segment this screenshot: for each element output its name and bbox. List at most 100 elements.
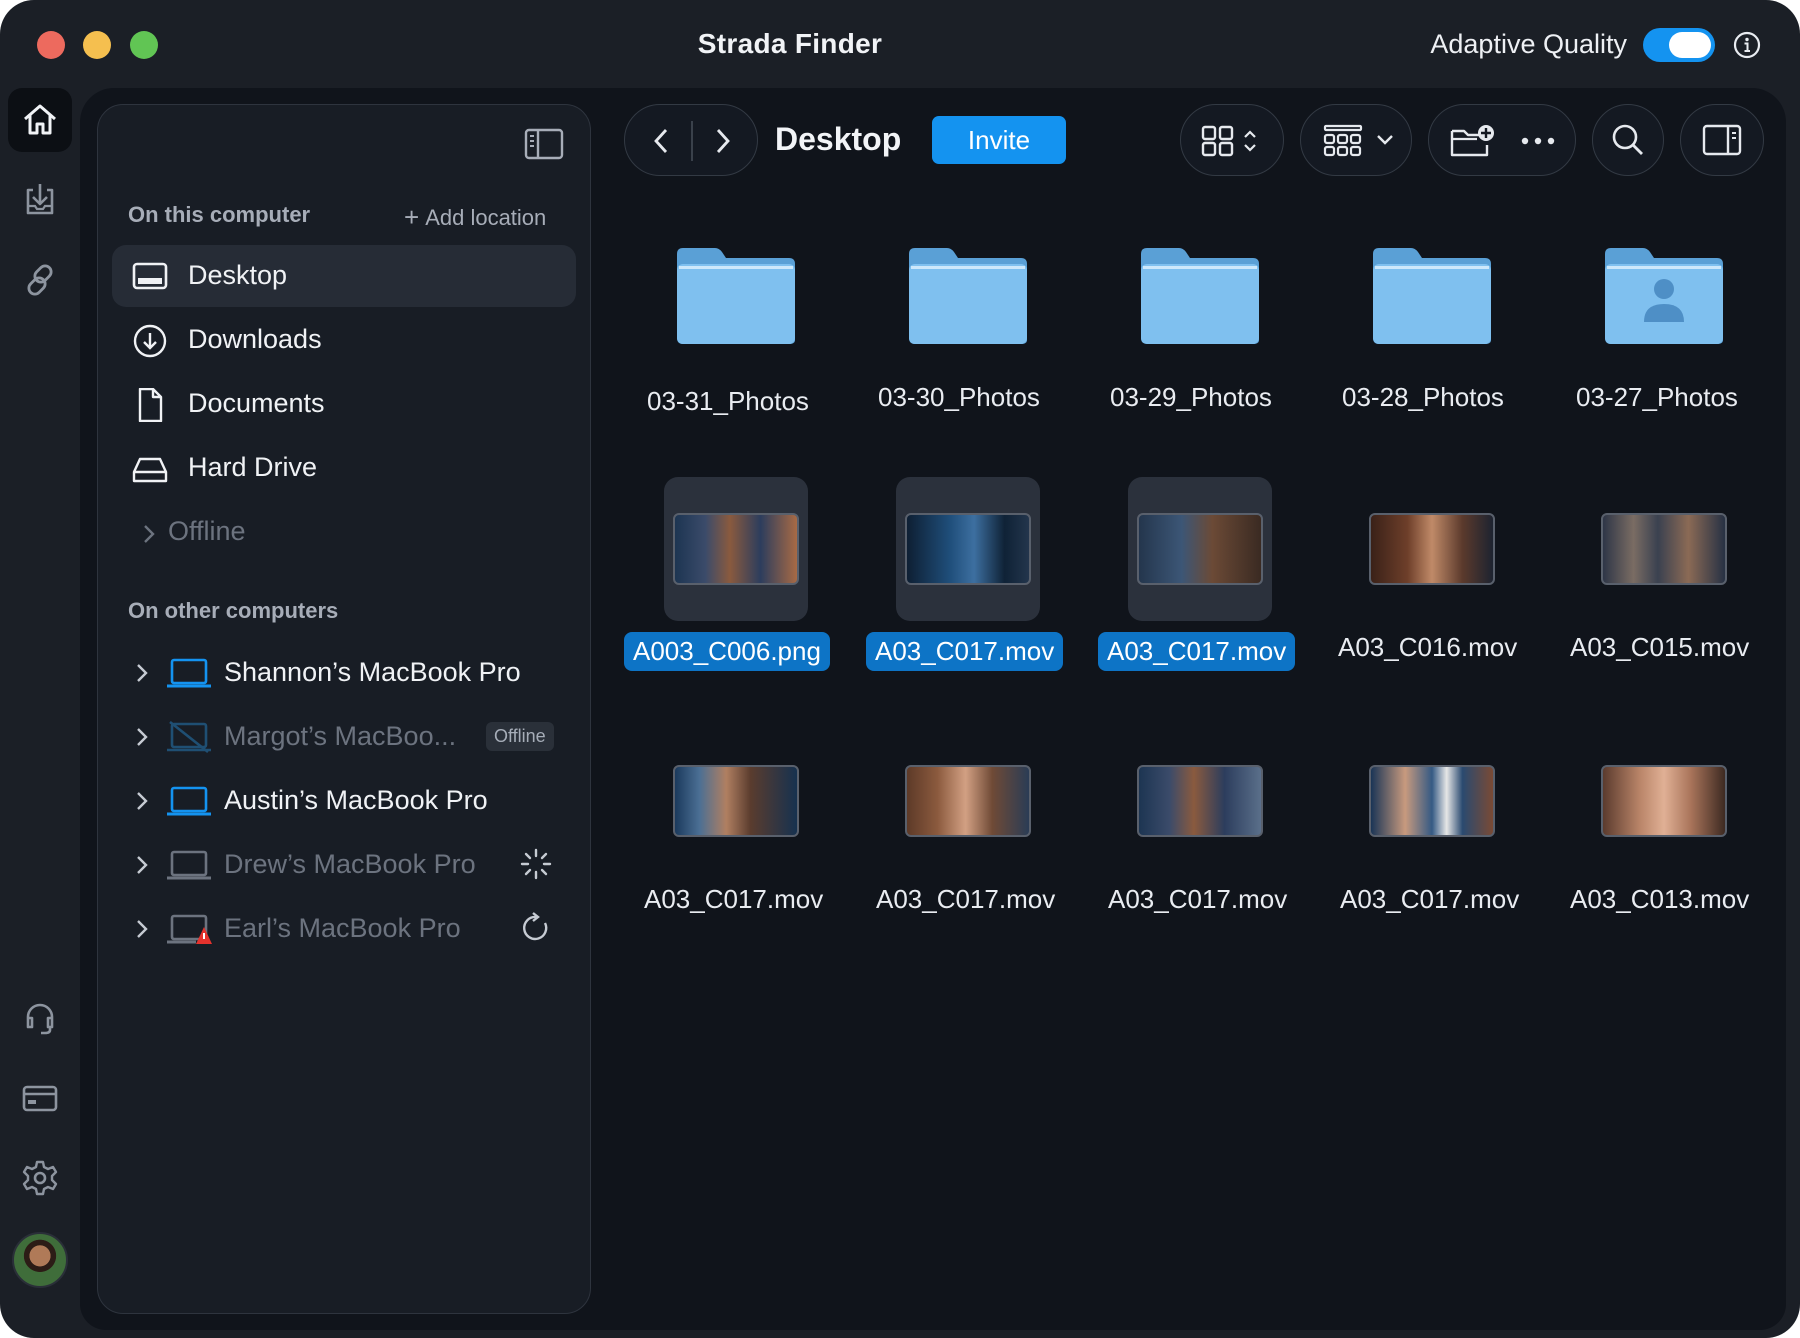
- home-rail-button[interactable]: [8, 88, 72, 152]
- folder-icon: [677, 248, 795, 344]
- file-name: A03_C013.mov: [1570, 884, 1750, 914]
- chevron-right-icon[interactable]: [135, 854, 149, 876]
- chevron-right-icon[interactable]: [135, 790, 149, 812]
- link-icon: [27, 264, 53, 296]
- sidebar-item-label: Desktop: [188, 260, 288, 290]
- sync-icon: [523, 912, 548, 941]
- sidebar-item-offline[interactable]: Offline: [112, 501, 576, 563]
- file-name: 03-28_Photos: [1342, 382, 1504, 412]
- video-thumbnail: [673, 765, 799, 837]
- billing-rail-button[interactable]: [8, 1066, 72, 1130]
- file-name: A03_C017.mov: [1098, 632, 1296, 671]
- video-thumbnail: [905, 765, 1031, 837]
- laptop-warning-icon: [167, 914, 212, 944]
- computer-label: Shannon’s MacBook Pro: [224, 657, 521, 687]
- shared-folder-icon: [1605, 248, 1723, 344]
- video-thumbnail: [1369, 513, 1495, 585]
- adaptive-quality-toggle[interactable]: [1643, 28, 1715, 62]
- folder-icon: [909, 248, 1027, 344]
- other-computers-header: On other computers: [128, 598, 339, 623]
- file-name: A03_C017.mov: [644, 884, 824, 914]
- offline-badge: Offline: [486, 722, 554, 751]
- title-bar: Strada Finder Adaptive Quality: [0, 0, 1800, 88]
- video-thumbnail: [905, 513, 1031, 585]
- adaptive-quality-label: Adaptive Quality: [1430, 29, 1627, 59]
- video-thumbnail: [673, 513, 799, 585]
- computer-label: Earl’s MacBook Pro: [224, 913, 461, 943]
- back-icon[interactable]: [651, 127, 671, 155]
- sidebar-item-documents[interactable]: Documents: [112, 373, 576, 435]
- hard-drive-icon: [132, 457, 168, 483]
- links-rail-button[interactable]: [8, 248, 72, 312]
- file-name: A03_C017.mov: [1108, 884, 1288, 914]
- sidebar-item-label: Hard Drive: [188, 452, 318, 482]
- sidebar-toggle-icon[interactable]: [523, 126, 565, 162]
- app-window: Strada Finder Adaptive Quality On this c…: [0, 0, 1800, 1338]
- video-thumbnail: [1137, 513, 1263, 585]
- sidebar-item-downloads[interactable]: Downloads: [112, 309, 576, 371]
- computer-label: Margot’s MacBoo...: [224, 721, 457, 751]
- sidebar-item-label: Documents: [188, 388, 325, 418]
- laptop-icon: [167, 658, 211, 688]
- sidebar-item-label: Downloads: [188, 324, 322, 354]
- file-name: A03_C017.mov: [876, 884, 1056, 914]
- file-name: A003_C006.png: [624, 632, 830, 671]
- file-name: A03_C017.mov: [1340, 884, 1520, 914]
- add-location-label: Add location: [425, 205, 547, 230]
- laptop-icon: [167, 786, 211, 816]
- desktop-icon: [132, 262, 168, 290]
- dense-grid-icon: [1323, 124, 1363, 157]
- video-thumbnail: [1369, 765, 1495, 837]
- thumbnail-size-button[interactable]: [1300, 104, 1412, 176]
- info-icon[interactable]: [1733, 31, 1761, 59]
- search-icon: [1612, 124, 1643, 155]
- this-computer-header: On this computer: [128, 202, 311, 227]
- document-icon: [138, 388, 163, 422]
- video-thumbnail: [1137, 765, 1263, 837]
- download-tray-icon: [26, 184, 54, 215]
- loading-spinner-icon: [520, 848, 552, 880]
- search-button[interactable]: [1592, 104, 1664, 176]
- laptop-icon: [167, 850, 211, 880]
- sidebar-item-label: Offline: [168, 516, 246, 546]
- video-thumbnail: [1601, 765, 1727, 837]
- location-title: Desktop: [775, 121, 902, 157]
- file-name: A03_C017.mov: [866, 632, 1064, 671]
- card-icon: [22, 1085, 58, 1112]
- folder-icon: [1141, 248, 1259, 344]
- headset-icon: [26, 1003, 54, 1035]
- transfers-rail-button[interactable]: [8, 168, 72, 232]
- computer-label: Austin’s MacBook Pro: [224, 785, 488, 815]
- sidebar-item-hard-drive[interactable]: Hard Drive: [112, 437, 576, 499]
- laptop-offline-icon: [167, 721, 211, 753]
- history-nav-group: [624, 104, 758, 176]
- toggle-knob: [1669, 32, 1711, 58]
- chevron-right-icon[interactable]: [135, 662, 149, 684]
- invite-button[interactable]: Invite: [932, 116, 1066, 164]
- forward-icon[interactable]: [713, 127, 733, 155]
- settings-rail-button[interactable]: [8, 1146, 72, 1210]
- video-thumbnail: [1601, 513, 1727, 585]
- file-name: 03-29_Photos: [1110, 382, 1272, 412]
- new-folder-icon[interactable]: [1449, 123, 1495, 159]
- chevron-down-icon: [1377, 135, 1393, 145]
- inspector-panel-icon: [1702, 124, 1742, 156]
- view-mode-button[interactable]: [1180, 104, 1284, 176]
- more-icon[interactable]: [1521, 137, 1555, 145]
- user-avatar[interactable]: [12, 1232, 68, 1288]
- sidebar-item-desktop[interactable]: Desktop: [112, 245, 576, 307]
- grid-view-icon: [1201, 125, 1234, 157]
- add-location-button[interactable]: + Add location: [404, 201, 546, 232]
- computer-label: Drew’s MacBook Pro: [224, 849, 476, 879]
- file-name: A03_C015.mov: [1570, 632, 1750, 662]
- app-title: Strada Finder: [697, 28, 883, 59]
- home-icon: [24, 104, 56, 135]
- chevron-up-down-icon: [1244, 130, 1256, 152]
- chevron-right-icon[interactable]: [135, 918, 149, 940]
- support-rail-button[interactable]: [8, 986, 72, 1050]
- download-circle-icon: [133, 324, 167, 358]
- chevron-right-icon[interactable]: [135, 726, 149, 748]
- plus-icon: +: [404, 202, 420, 232]
- inspector-toggle-button[interactable]: [1680, 104, 1764, 176]
- chevron-right-icon: [144, 525, 155, 543]
